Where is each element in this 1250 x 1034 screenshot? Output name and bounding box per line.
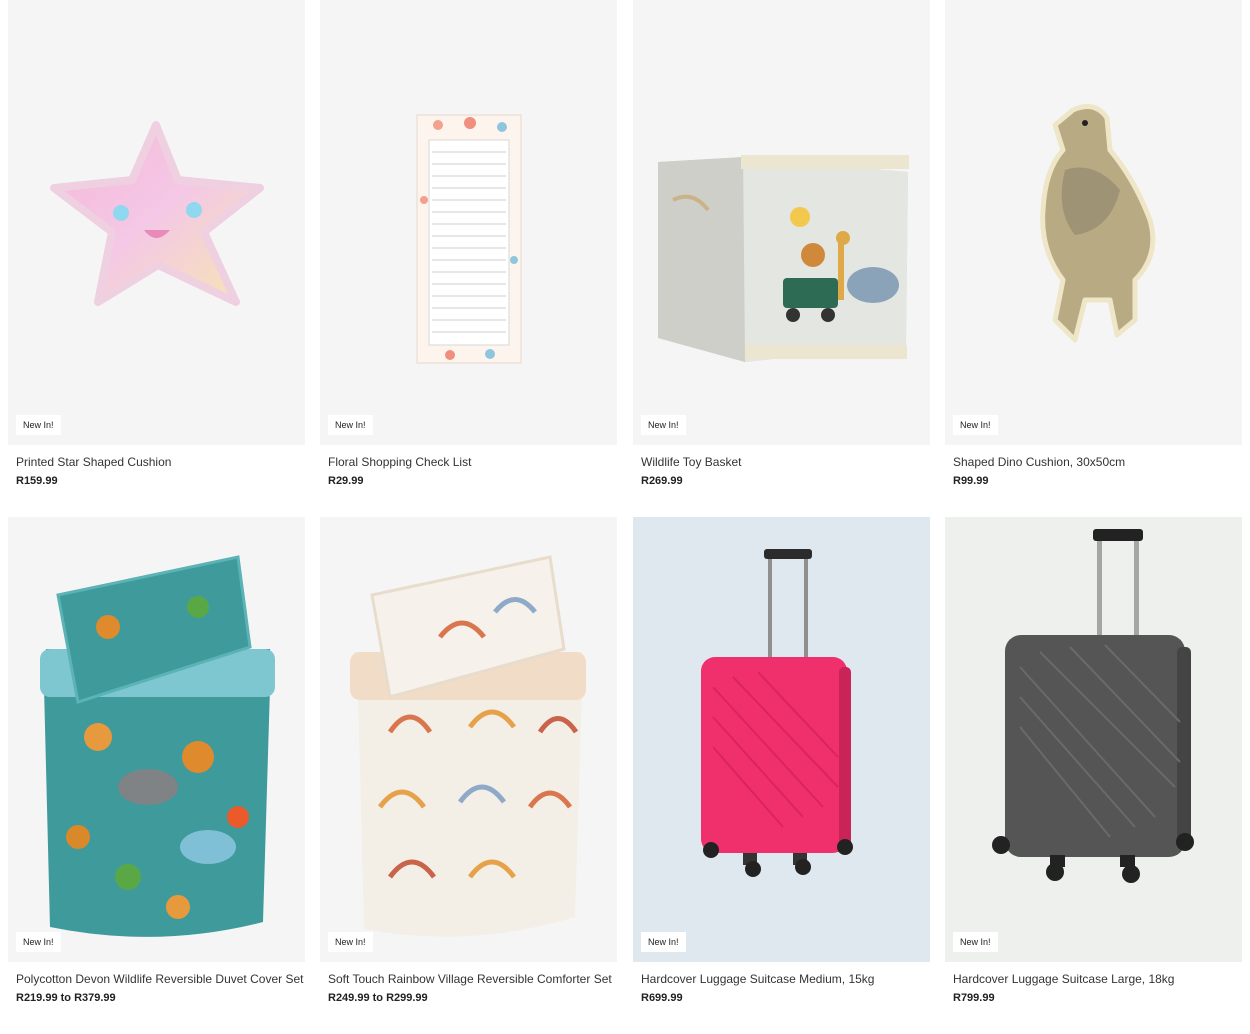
product-price: R219.99 to R379.99 bbox=[16, 992, 116, 1004]
new-in-badge: New In! bbox=[328, 932, 373, 952]
product-image[interactable]: New In! bbox=[8, 517, 305, 962]
product-name[interactable]: Hardcover Luggage Suitcase Medium, 15kg bbox=[641, 972, 930, 986]
product-image[interactable]: New In! bbox=[320, 0, 617, 445]
product-name[interactable]: Soft Touch Rainbow Village Reversible Co… bbox=[328, 972, 617, 986]
new-in-badge: New In! bbox=[328, 415, 373, 435]
product-card[interactable]: New In! Polycotton Devon Wildlife Revers… bbox=[8, 517, 305, 1004]
check-list-image bbox=[416, 114, 522, 364]
product-price: R699.99 bbox=[641, 992, 683, 1004]
product-price: R799.99 bbox=[953, 992, 995, 1004]
product-image[interactable]: New In! bbox=[320, 517, 617, 962]
product-image[interactable]: New In! bbox=[945, 0, 1242, 445]
new-in-badge: New In! bbox=[641, 932, 686, 952]
product-price: R99.99 bbox=[953, 475, 989, 487]
product-price: R159.99 bbox=[16, 475, 58, 487]
toy-basket-image bbox=[658, 155, 909, 362]
product-name[interactable]: Hardcover Luggage Suitcase Large, 18kg bbox=[953, 972, 1242, 986]
product-name[interactable]: Wildlife Toy Basket bbox=[641, 455, 930, 469]
product-card[interactable]: New In! Shaped Dino Cushion, 30x50cm R99… bbox=[945, 0, 1242, 487]
new-in-badge: New In! bbox=[953, 415, 998, 435]
product-name[interactable]: Shaped Dino Cushion, 30x50cm bbox=[953, 455, 1242, 469]
product-name[interactable]: Printed Star Shaped Cushion bbox=[16, 455, 305, 469]
product-price: R249.99 to R299.99 bbox=[328, 992, 428, 1004]
product-image[interactable]: New In! bbox=[633, 517, 930, 962]
product-card[interactable]: New In! Hardcover Luggage Suitcase Mediu… bbox=[633, 517, 930, 1004]
product-card[interactable]: New In! Wildlife Toy Basket R269.99 bbox=[633, 0, 930, 487]
pink-suitcase-image bbox=[701, 549, 853, 877]
product-price: R269.99 bbox=[641, 475, 683, 487]
new-in-badge: New In! bbox=[953, 932, 998, 952]
duvet-cover-image bbox=[40, 555, 275, 937]
product-card[interactable]: New In! Floral Shopping Check List R29.9… bbox=[320, 0, 617, 487]
new-in-badge: New In! bbox=[641, 415, 686, 435]
product-name[interactable]: Floral Shopping Check List bbox=[328, 455, 617, 469]
product-card[interactable]: New In! Printed Star Shaped Cushion R159… bbox=[8, 0, 305, 487]
product-image[interactable]: New In! bbox=[633, 0, 930, 445]
product-image[interactable]: New In! bbox=[945, 517, 1242, 962]
product-card[interactable]: New In! Soft Touch Rainbow Village Rever… bbox=[320, 517, 617, 1004]
star-cushion-image bbox=[50, 121, 264, 306]
product-name[interactable]: Polycotton Devon Wildlife Reversible Duv… bbox=[16, 972, 305, 986]
product-image[interactable]: New In! bbox=[8, 0, 305, 445]
comforter-image bbox=[350, 555, 586, 937]
grey-suitcase-image bbox=[992, 529, 1194, 883]
new-in-badge: New In! bbox=[16, 415, 61, 435]
dino-cushion-image bbox=[1040, 103, 1156, 343]
new-in-badge: New In! bbox=[16, 932, 61, 952]
product-card[interactable]: New In! Hardcover Luggage Suitcase Large… bbox=[945, 517, 1242, 1004]
product-grid: New In! Printed Star Shaped Cushion R159… bbox=[0, 0, 1250, 1034]
product-price: R29.99 bbox=[328, 475, 364, 487]
